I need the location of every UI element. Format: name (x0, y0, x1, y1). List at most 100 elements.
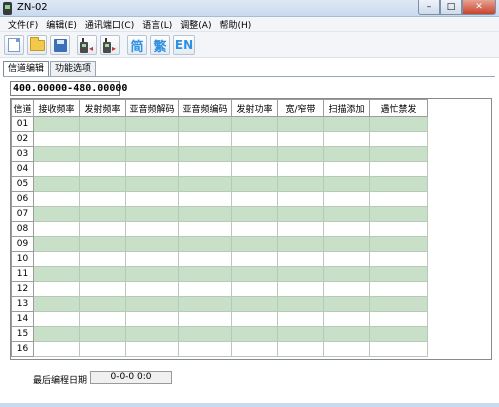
grid-cell[interactable] (369, 131, 428, 147)
grid-cell[interactable] (369, 146, 428, 162)
channel-number[interactable]: 14 (11, 311, 34, 327)
grid-cell[interactable] (277, 116, 324, 132)
grid-cell[interactable] (178, 236, 232, 252)
grid-cell[interactable] (277, 281, 324, 297)
channel-number[interactable]: 11 (11, 266, 34, 282)
grid-cell[interactable] (178, 131, 232, 147)
grid-cell[interactable] (323, 296, 370, 312)
grid-cell[interactable] (231, 326, 278, 342)
grid-cell[interactable] (79, 251, 126, 267)
grid-cell[interactable] (33, 116, 80, 132)
grid-cell[interactable] (79, 341, 126, 357)
channel-number[interactable]: 16 (11, 341, 34, 357)
read-radio-button[interactable]: ◂ (77, 35, 97, 55)
grid-cell[interactable] (323, 221, 370, 237)
channel-number[interactable]: 12 (11, 281, 34, 297)
grid-cell[interactable] (125, 176, 179, 192)
grid-cell[interactable] (231, 236, 278, 252)
grid-cell[interactable] (178, 161, 232, 177)
grid-cell[interactable] (231, 146, 278, 162)
channel-number[interactable]: 04 (11, 161, 34, 177)
grid-cell[interactable] (178, 251, 232, 267)
grid-cell[interactable] (79, 326, 126, 342)
channel-number[interactable]: 06 (11, 191, 34, 207)
column-header[interactable]: 扫描添加 (323, 99, 370, 117)
grid-cell[interactable] (178, 206, 232, 222)
grid-cell[interactable] (277, 251, 324, 267)
grid-cell[interactable] (33, 146, 80, 162)
grid-cell[interactable] (79, 191, 126, 207)
grid-cell[interactable] (323, 161, 370, 177)
column-header[interactable]: 亚音频编码 (178, 99, 232, 117)
title-bar[interactable]: ZN-02 – □ ✕ (0, 0, 499, 17)
close-button[interactable]: ✕ (462, 0, 496, 15)
grid-cell[interactable] (277, 191, 324, 207)
grid-cell[interactable] (125, 161, 179, 177)
grid-cell[interactable] (323, 176, 370, 192)
grid-cell[interactable] (369, 251, 428, 267)
menu-comm-port[interactable]: 通讯端口(C) (81, 18, 138, 31)
grid-cell[interactable] (79, 131, 126, 147)
grid-cell[interactable] (125, 236, 179, 252)
grid-cell[interactable] (33, 176, 80, 192)
grid-cell[interactable] (369, 311, 428, 327)
grid-cell[interactable] (125, 341, 179, 357)
grid-cell[interactable] (277, 206, 324, 222)
grid-cell[interactable] (125, 131, 179, 147)
grid-cell[interactable] (79, 206, 126, 222)
grid-cell[interactable] (125, 221, 179, 237)
grid-cell[interactable] (231, 176, 278, 192)
grid-cell[interactable] (79, 281, 126, 297)
grid-cell[interactable] (125, 281, 179, 297)
grid-cell[interactable] (125, 296, 179, 312)
english-button[interactable]: EN (173, 35, 195, 55)
grid-cell[interactable] (79, 176, 126, 192)
grid-cell[interactable] (79, 266, 126, 282)
grid-cell[interactable] (369, 221, 428, 237)
traditional-chinese-button[interactable]: 繁 (150, 35, 170, 55)
new-file-button[interactable] (4, 35, 24, 55)
column-header[interactable]: 宽/窄带 (277, 99, 324, 117)
grid-cell[interactable] (79, 296, 126, 312)
grid-cell[interactable] (178, 176, 232, 192)
column-header[interactable]: 发射功率 (231, 99, 278, 117)
grid-cell[interactable] (323, 251, 370, 267)
grid-cell[interactable] (33, 341, 80, 357)
grid-cell[interactable] (178, 266, 232, 282)
grid-cell[interactable] (79, 221, 126, 237)
channel-number[interactable]: 09 (11, 236, 34, 252)
grid-cell[interactable] (369, 326, 428, 342)
channel-number[interactable]: 08 (11, 221, 34, 237)
grid-cell[interactable] (125, 311, 179, 327)
grid-cell[interactable] (33, 266, 80, 282)
column-header[interactable]: 亚音频解码 (125, 99, 179, 117)
grid-cell[interactable] (125, 326, 179, 342)
grid-cell[interactable] (231, 281, 278, 297)
grid-cell[interactable] (33, 326, 80, 342)
grid-cell[interactable] (33, 281, 80, 297)
grid-cell[interactable] (323, 236, 370, 252)
grid-cell[interactable] (178, 326, 232, 342)
grid-cell[interactable] (178, 296, 232, 312)
grid-cell[interactable] (231, 341, 278, 357)
channel-number[interactable]: 07 (11, 206, 34, 222)
grid-cell[interactable] (369, 206, 428, 222)
grid-cell[interactable] (277, 296, 324, 312)
write-radio-button[interactable]: ▸ (100, 35, 120, 55)
grid-cell[interactable] (178, 116, 232, 132)
grid-cell[interactable] (125, 251, 179, 267)
grid-cell[interactable] (33, 251, 80, 267)
grid-cell[interactable] (231, 251, 278, 267)
grid-cell[interactable] (33, 221, 80, 237)
grid-cell[interactable] (323, 311, 370, 327)
grid-cell[interactable] (323, 341, 370, 357)
grid-cell[interactable] (277, 221, 324, 237)
grid-cell[interactable] (231, 116, 278, 132)
grid-cell[interactable] (33, 161, 80, 177)
maximize-button[interactable]: □ (440, 0, 462, 15)
grid-cell[interactable] (178, 191, 232, 207)
channel-number[interactable]: 03 (11, 146, 34, 162)
grid-cell[interactable] (33, 206, 80, 222)
grid-cell[interactable] (79, 236, 126, 252)
grid-cell[interactable] (369, 191, 428, 207)
